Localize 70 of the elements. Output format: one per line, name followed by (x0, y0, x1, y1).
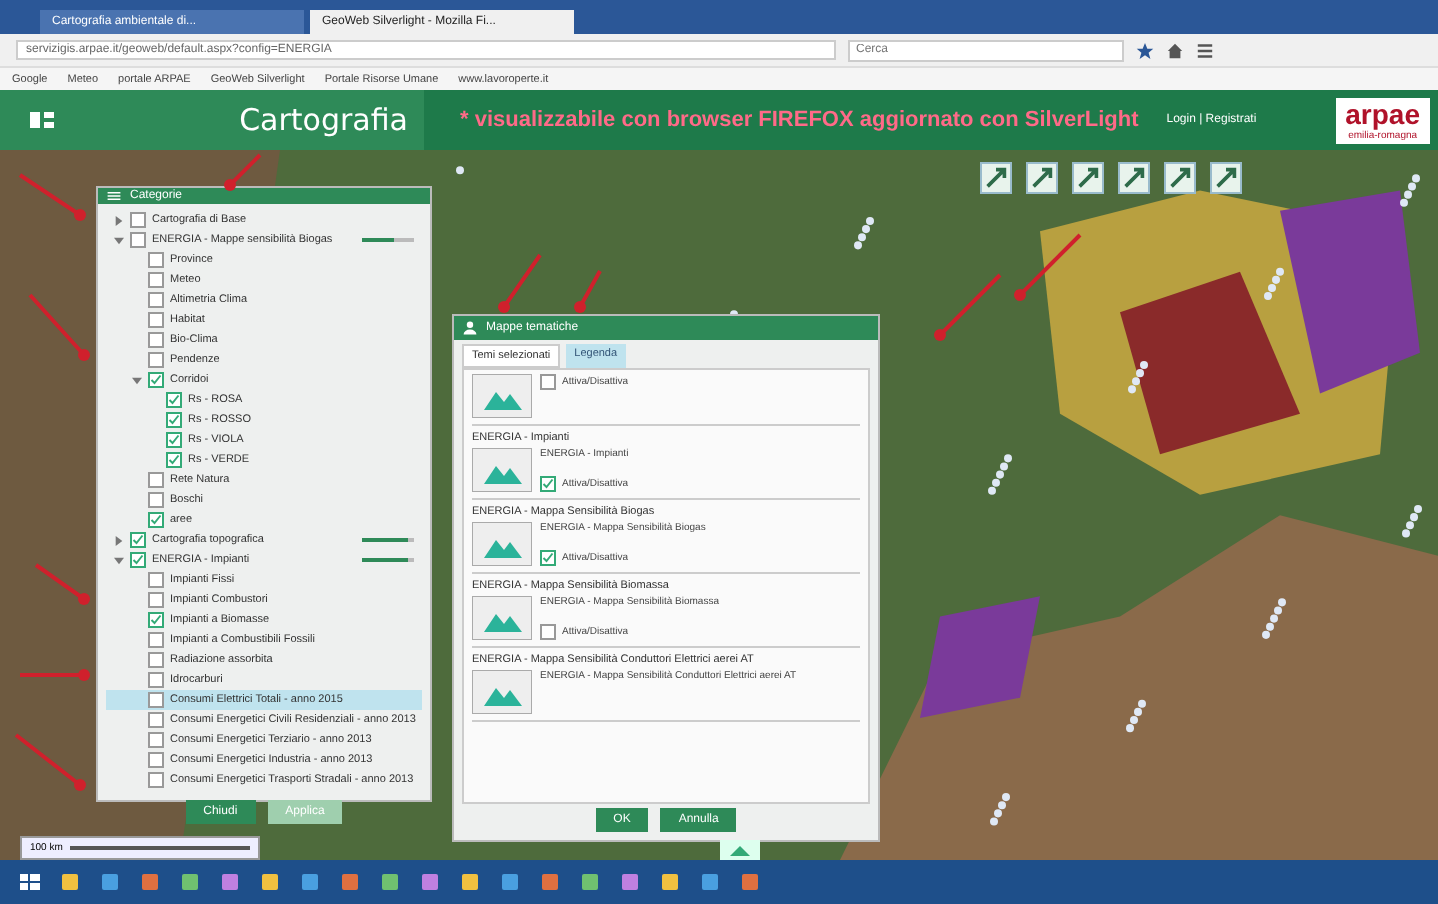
annotation-arrow (934, 273, 1002, 341)
map-tool-icon[interactable] (1072, 162, 1104, 194)
layer-checkbox[interactable] (166, 452, 182, 468)
annotation-arrow (498, 253, 542, 313)
layer-checkbox[interactable] (148, 512, 164, 528)
map-region (920, 596, 1040, 718)
layer-checkbox[interactable] (148, 312, 164, 328)
annotation-arrow (34, 563, 90, 605)
layer-checkbox[interactable] (166, 412, 182, 428)
layer-checkbox[interactable] (148, 472, 164, 488)
layer-checkbox[interactable] (130, 232, 146, 248)
layers-icon (106, 188, 122, 204)
map-tool-icon[interactable] (1118, 162, 1150, 194)
annotation-arrow (18, 173, 86, 221)
layer-checkbox[interactable] (148, 252, 164, 268)
mountain-thumbnail-icon (472, 522, 532, 566)
home-icon[interactable] (1166, 41, 1184, 59)
layer-checkbox[interactable] (148, 772, 164, 788)
annotation-arrow (14, 733, 86, 791)
layer-checkbox[interactable] (148, 592, 164, 608)
layer-checkbox[interactable] (148, 612, 164, 628)
layer-checkbox[interactable] (148, 572, 164, 588)
expand-icon[interactable] (114, 215, 124, 225)
toggle-checkbox[interactable] (540, 550, 556, 566)
layer-checkbox[interactable] (148, 692, 164, 708)
map-tool-icon[interactable] (1164, 162, 1196, 194)
annotation-arrow (1014, 233, 1082, 301)
layer-checkbox[interactable] (148, 332, 164, 348)
layer-checkbox[interactable] (148, 272, 164, 288)
layer-checkbox[interactable] (148, 752, 164, 768)
expand-icon[interactable] (114, 235, 124, 245)
map-tool-icon[interactable] (980, 162, 1012, 194)
annotation-arrow (574, 270, 602, 313)
mountain-thumbnail-icon (472, 448, 532, 492)
layer-checkbox[interactable] (148, 352, 164, 368)
layer-checkbox[interactable] (166, 392, 182, 408)
expand-icon[interactable] (114, 535, 124, 545)
mountain-thumbnail-icon (472, 670, 532, 714)
toggle-checkbox[interactable] (540, 476, 556, 492)
logo-icon (28, 110, 56, 130)
notice-text: * visualizzabile con browser FIREFOX aggiornato con SilverLight (460, 108, 1139, 132)
expand-icon[interactable] (132, 375, 142, 385)
mountain-thumbnail-icon (472, 596, 532, 640)
layer-checkbox[interactable] (166, 432, 182, 448)
annotation-arrow (28, 293, 90, 361)
mountain-thumbnail-icon (472, 374, 532, 418)
layer-checkbox[interactable] (148, 712, 164, 728)
toggle-checkbox[interactable] (540, 374, 556, 390)
layer-checkbox[interactable] (130, 532, 146, 548)
annotation-arrow (224, 153, 262, 191)
expand-icon[interactable] (114, 555, 124, 565)
layer-checkbox[interactable] (130, 552, 146, 568)
annotation-arrow (20, 669, 90, 681)
user-icon (462, 320, 478, 336)
layer-checkbox[interactable] (148, 632, 164, 648)
layer-checkbox[interactable] (148, 492, 164, 508)
layer-checkbox[interactable] (148, 652, 164, 668)
map-tool-icon[interactable] (1210, 162, 1242, 194)
menu-icon[interactable] (1196, 41, 1214, 59)
windows-start-icon[interactable] (20, 872, 40, 892)
star-icon[interactable] (1136, 41, 1154, 59)
layer-checkbox[interactable] (148, 672, 164, 688)
toggle-checkbox[interactable] (540, 624, 556, 640)
app-title: Cartografia (239, 102, 408, 138)
layer-checkbox[interactable] (148, 732, 164, 748)
layer-checkbox[interactable] (130, 212, 146, 228)
map-tool-icon[interactable] (1026, 162, 1058, 194)
layer-checkbox[interactable] (148, 372, 164, 388)
logo-text: arpae (1345, 99, 1420, 129)
layer-checkbox[interactable] (148, 292, 164, 308)
